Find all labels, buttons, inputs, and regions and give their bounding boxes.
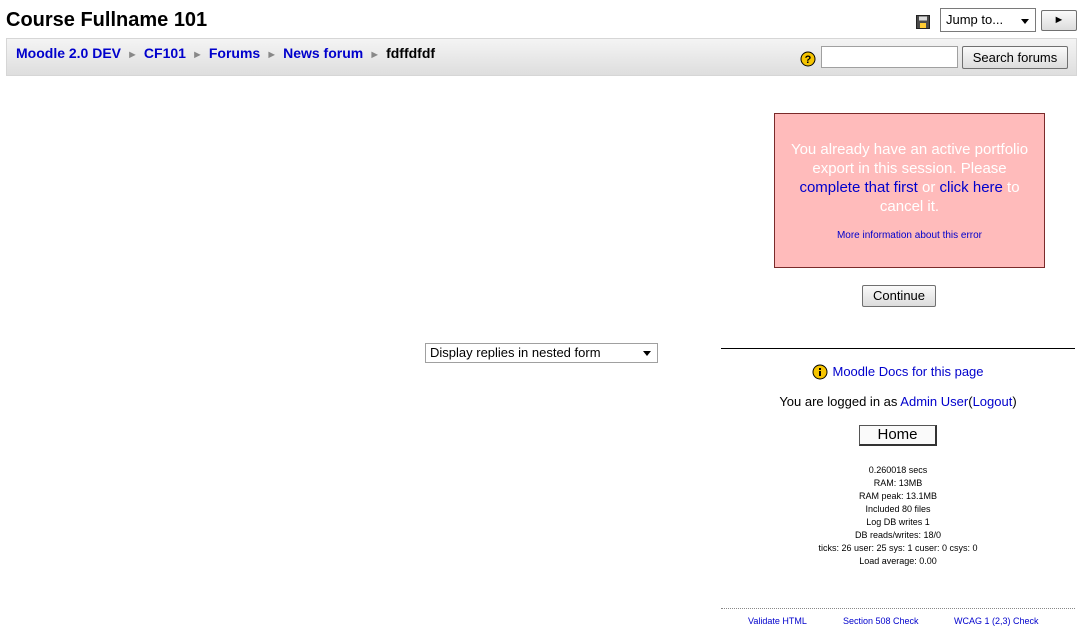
complete-export-link[interactable]: complete that first — [799, 179, 917, 196]
perf-line: 0.260018 secs — [868, 465, 928, 475]
navbar: Moodle 2.0 DEV ► CF101 ► Forums ► News forum ► f… — [6, 38, 1077, 76]
error-text-2: or — [922, 179, 936, 196]
paren-close: ) — [1012, 394, 1017, 409]
breadcrumb-moodle-home[interactable]: Moodle 2.0 DEV — [16, 45, 121, 61]
info-icon — [812, 364, 828, 380]
logout-link[interactable]: Logout — [973, 394, 1013, 409]
more-info-link[interactable]: More information about this error — [785, 230, 1034, 241]
breadcrumb-news-forum[interactable]: News forum — [283, 45, 363, 61]
breadcrumb-separator-icon: ► — [191, 49, 203, 61]
chevron-down-icon — [643, 351, 651, 356]
jump-go-button[interactable]: ► — [1041, 10, 1077, 31]
breadcrumb-current: fdffdfdf — [386, 45, 436, 61]
breadcrumb-separator-icon: ► — [266, 49, 278, 61]
perf-line: Load average: 0.00 — [859, 556, 937, 566]
search-forums-input[interactable] — [821, 46, 958, 68]
svg-text:?: ? — [805, 54, 812, 66]
footer-divider — [721, 348, 1075, 349]
perf-line: Included 80 files — [865, 504, 931, 514]
jump-to-select-value: Jump to... — [946, 12, 1004, 27]
breadcrumb-course[interactable]: CF101 — [144, 45, 186, 61]
perf-line: RAM: 13MB — [873, 478, 923, 488]
validate-html-link[interactable]: Validate HTML — [748, 609, 807, 633]
validators-bar: Validate HTML Section 508 Check WCAG 1 (… — [721, 608, 1075, 626]
docs-link-row: Moodle Docs for this page — [721, 363, 1075, 381]
play-icon: ► — [1053, 14, 1065, 26]
breadcrumb: Moodle 2.0 DEV ► CF101 ► Forums ► News forum ► f… — [16, 45, 435, 61]
perf-line: ticks: 26 user: 25 sys: 1 cuser: 0 csys:… — [818, 543, 978, 553]
home-button[interactable]: Home — [859, 425, 937, 446]
breadcrumb-forums[interactable]: Forums — [209, 45, 260, 61]
perf-line: Log DB writes 1 — [866, 517, 930, 527]
breadcrumb-separator-icon: ► — [369, 49, 381, 61]
moodle-docs-link[interactable]: Moodle Docs for this page — [832, 364, 983, 379]
cancel-export-link[interactable]: click here — [940, 179, 1003, 196]
save-icon[interactable] — [916, 15, 930, 29]
perf-line: DB reads/writes: 18/0 — [854, 530, 942, 540]
error-message: You already have an active portfolio exp… — [785, 140, 1034, 216]
section-508-link[interactable]: Section 508 Check — [843, 609, 919, 633]
error-text-1: You already have an active portfolio exp… — [790, 141, 1029, 177]
display-mode-select[interactable]: Display replies in nested form — [425, 343, 658, 363]
help-icon[interactable]: ? — [800, 51, 816, 67]
continue-button[interactable]: Continue — [862, 285, 936, 307]
search-forums-button[interactable]: Search forums — [962, 46, 1068, 69]
perf-line: RAM peak: 13.1MB — [858, 491, 938, 501]
error-box: You already have an active portfolio exp… — [774, 113, 1045, 268]
wcag-link[interactable]: WCAG 1 (2,3) Check — [954, 609, 1039, 633]
login-info: You are logged in as Admin User(Logout) — [721, 393, 1075, 411]
jump-to-select[interactable]: Jump to... — [940, 8, 1036, 32]
page-title: Course Fullname 101 — [6, 9, 208, 31]
performance-info: 0.260018 secs RAM: 13MB RAM peak: 13.1MB… — [721, 464, 1075, 568]
display-mode-value: Display replies in nested form — [430, 345, 601, 360]
breadcrumb-separator-icon: ► — [127, 49, 138, 61]
login-prefix: You are logged in as — [779, 394, 898, 409]
chevron-down-icon — [1021, 19, 1029, 24]
user-profile-link[interactable]: Admin User — [900, 394, 968, 409]
